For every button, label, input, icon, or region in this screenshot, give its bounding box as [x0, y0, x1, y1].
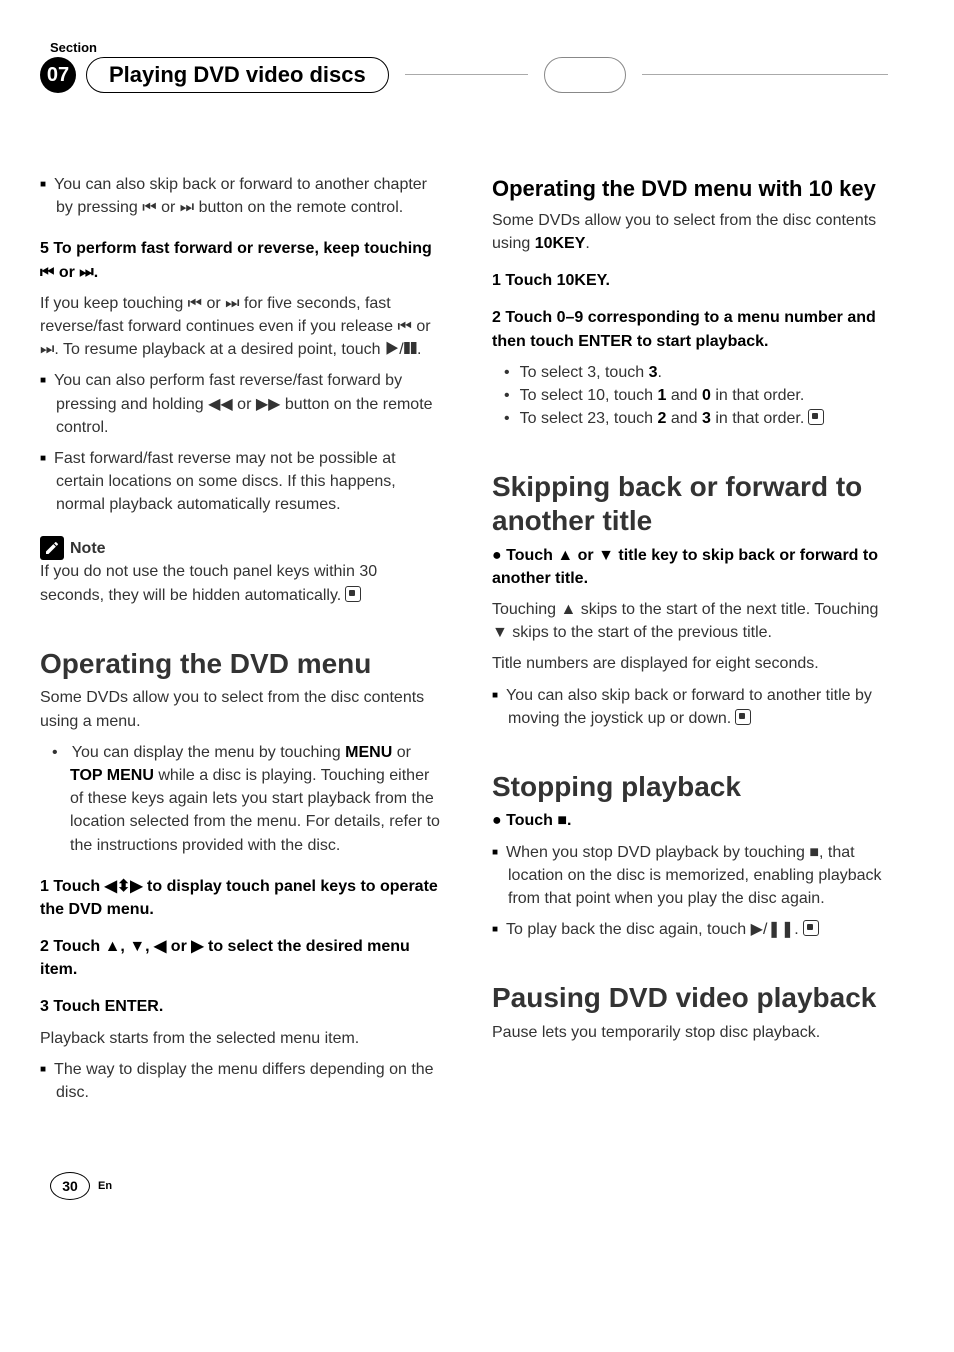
- step-3: 3 Touch ENTER.: [40, 995, 442, 1018]
- step-1-10key: 1 Touch 10KEY.: [492, 269, 894, 292]
- list-item: To select 23, touch 2 and 3 in that orde…: [522, 407, 894, 430]
- step-1: 1 Touch ◀⬍▶ to display touch panel keys …: [40, 875, 442, 921]
- body-text: Some DVDs allow you to select from the d…: [40, 686, 442, 732]
- list-item: To select 3, touch 3.: [522, 361, 894, 384]
- header-decor-pill: [544, 57, 626, 93]
- body-text: Pause lets you temporarily stop disc pla…: [492, 1021, 894, 1044]
- body-text: The way to display the menu differs depe…: [40, 1058, 442, 1104]
- section-end-icon: [803, 920, 819, 936]
- body-text: If you keep touching ⏮ or ⏭ for five sec…: [40, 292, 442, 362]
- language-label: En: [98, 1180, 112, 1192]
- heading-operating-dvd-menu: Operating the DVD menu: [40, 647, 442, 681]
- header-rule-2: [642, 74, 888, 76]
- pencil-icon: [40, 536, 64, 560]
- body-text: You can also perform fast reverse/fast f…: [40, 369, 442, 439]
- body-text: Some DVDs allow you to select from the d…: [492, 209, 894, 255]
- heading-pausing: Pausing DVD video playback: [492, 981, 894, 1015]
- body-text: You can also skip back or forward to ano…: [492, 684, 894, 730]
- note-body: If you do not use the touch panel keys w…: [40, 560, 442, 606]
- body-text: To play back the disc again, touch ▶/❚❚.: [492, 918, 894, 941]
- section-end-icon: [735, 709, 751, 725]
- section-end-icon: [808, 409, 824, 425]
- skip-step: ● Touch ▲ or ▼ title key to skip back or…: [492, 544, 894, 590]
- body-text: Title numbers are displayed for eight se…: [492, 652, 894, 675]
- header-rule: [405, 74, 528, 76]
- list-item: You can display the menu by touching MEN…: [70, 741, 442, 857]
- right-column: Operating the DVD menu with 10 key Some …: [492, 173, 894, 1112]
- chapter-title: Playing DVD video discs: [86, 57, 389, 93]
- body-text: Fast forward/fast reverse may not be pos…: [40, 447, 442, 517]
- note-header: Note: [40, 536, 442, 560]
- page-number: 30: [50, 1172, 90, 1200]
- stop-step: ● Touch ■.: [492, 809, 894, 832]
- section-end-icon: [345, 586, 361, 602]
- body-text: Touching ▲ skips to the start of the nex…: [492, 598, 894, 644]
- left-column: You can also skip back or forward to ano…: [40, 173, 442, 1112]
- step-2-10key: 2 Touch 0–9 corresponding to a menu numb…: [492, 306, 894, 352]
- page-footer: 30 En: [40, 1172, 894, 1200]
- step-2: 2 Touch ▲, ▼, ◀ or ▶ to select the desir…: [40, 935, 442, 981]
- heading-stopping: Stopping playback: [492, 770, 894, 804]
- section-number-chip: 07: [40, 57, 76, 93]
- section-label: Section: [50, 40, 894, 55]
- body-text: You can also skip back or forward to ano…: [40, 173, 442, 219]
- page-header: 07 Playing DVD video discs: [40, 57, 894, 93]
- note-label: Note: [70, 537, 106, 560]
- heading-10key: Operating the DVD menu with 10 key: [492, 173, 894, 205]
- heading-skip-title: Skipping back or forward to another titl…: [492, 470, 894, 537]
- body-text: Playback starts from the selected menu i…: [40, 1027, 442, 1050]
- list-item: To select 10, touch 1 and 0 in that orde…: [522, 384, 894, 407]
- body-text: When you stop DVD playback by touching ■…: [492, 841, 894, 911]
- step-5: 5 To perform fast forward or reverse, ke…: [40, 237, 442, 283]
